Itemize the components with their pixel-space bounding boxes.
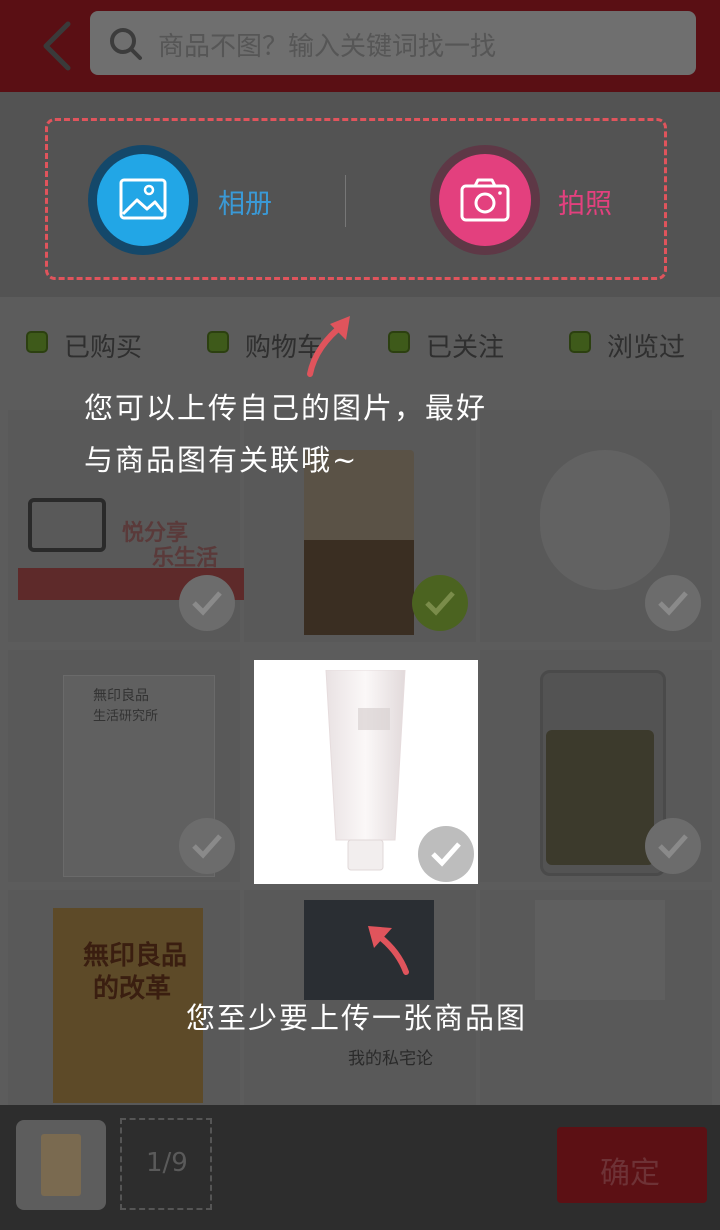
- album-label[interactable]: 相册: [218, 182, 272, 221]
- book-title: 我的私宅论: [348, 1049, 433, 1069]
- checkbox-icon: [388, 331, 410, 353]
- divider: [345, 175, 346, 227]
- sim-card-image: [28, 498, 106, 552]
- select-check[interactable]: [418, 826, 474, 882]
- search-placeholder: 商品不图？输入关键词找一找: [158, 32, 497, 62]
- checkbox-icon: [569, 331, 591, 353]
- camera-label[interactable]: 拍照: [558, 182, 612, 221]
- select-check[interactable]: [412, 575, 468, 631]
- select-check[interactable]: [645, 818, 701, 874]
- book-subtitle: 生活研究所: [93, 709, 159, 724]
- checkbox-icon: [26, 331, 48, 353]
- image-icon: [119, 178, 167, 220]
- jar-contents: [546, 730, 654, 865]
- face-wash-tube-image: [325, 670, 406, 871]
- select-check[interactable]: [645, 575, 701, 631]
- select-check[interactable]: [179, 818, 235, 874]
- arrow-up-icon: [368, 926, 409, 975]
- filter-label: 浏览过: [607, 333, 686, 363]
- search-icon: [110, 28, 142, 60]
- promo-text: 乐生活: [152, 546, 219, 571]
- tip-upload-line1: 您可以上传自己的图片，最好: [84, 391, 488, 425]
- check-icon: [658, 834, 688, 859]
- book-title: 的改革: [93, 974, 172, 1004]
- check-icon: [192, 834, 222, 859]
- chevron-left-icon: [43, 21, 71, 71]
- confirm-label: 确定: [600, 1156, 660, 1191]
- filter-label: 已购买: [64, 333, 143, 363]
- check-icon: [431, 842, 461, 867]
- camera-icon: [460, 178, 510, 222]
- jar-contents: [304, 540, 414, 635]
- cover-photo: [535, 900, 665, 1000]
- selection-counter: 1/9: [146, 1148, 188, 1178]
- book-title: 無印良品: [83, 941, 188, 971]
- thumbnail-image: [41, 1134, 81, 1196]
- check-icon: [192, 591, 222, 616]
- checkbox-icon: [207, 331, 229, 353]
- check-icon: [425, 591, 455, 616]
- select-check[interactable]: [179, 575, 235, 631]
- camera-icon-circle: [439, 154, 531, 246]
- tip-upload-line2: 与商品图有关联哦~: [84, 443, 359, 477]
- selected-thumbnail[interactable]: [16, 1120, 106, 1210]
- arrow-up-icon: [307, 316, 350, 377]
- filter-label: 已关注: [426, 333, 505, 363]
- back-button[interactable]: [32, 16, 82, 76]
- album-icon-circle: [97, 154, 189, 246]
- mask-image: [540, 450, 670, 590]
- tip-min-one: 您至少要上传一张商品图: [186, 1001, 528, 1035]
- book-title: 無印良品: [93, 688, 149, 704]
- check-icon: [658, 591, 688, 616]
